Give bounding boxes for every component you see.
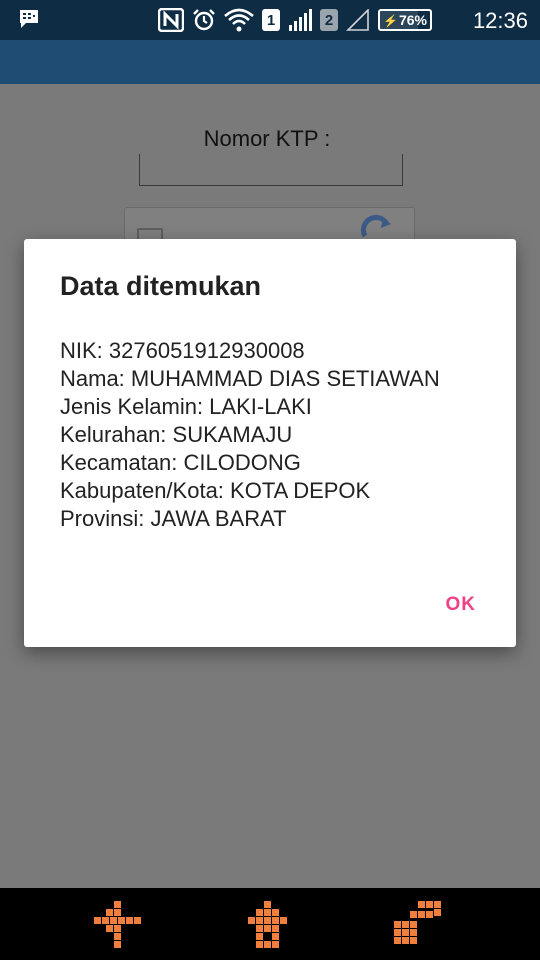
dialog-body: NIK: 3276051912930008 Nama: MUHAMMAD DIA…: [60, 337, 440, 533]
kelurahan-line: Kelurahan: SUKAMAJU: [60, 422, 293, 447]
ok-button[interactable]: OK: [446, 594, 477, 616]
nfc-icon: [158, 8, 184, 32]
wifi-icon: [224, 8, 254, 32]
provinsi-line: Provinsi: JAWA BARAT: [60, 506, 287, 531]
bbm-icon: [20, 10, 38, 28]
status-bar: 1 2 ⚡76% 12:36: [0, 0, 540, 40]
app-bar: [0, 40, 540, 84]
result-dialog: Data ditemukan NIK: 3276051912930008 Nam…: [24, 239, 516, 647]
kecamatan-line: Kecamatan: CILODONG: [60, 450, 301, 475]
gender-line: Jenis Kelamin: LAKI-LAKI: [60, 394, 312, 419]
home-button[interactable]: [242, 899, 294, 951]
back-button[interactable]: [92, 899, 144, 951]
sim1-badge: 1: [262, 9, 280, 31]
kabupaten-line: Kabupaten/Kota: KOTA DEPOK: [60, 478, 371, 503]
signal-sim1-icon: [289, 9, 312, 31]
nik-line: NIK: 3276051912930008: [60, 338, 305, 363]
sim2-badge: 2: [320, 9, 338, 31]
navigation-bar: [0, 888, 540, 960]
ktp-input[interactable]: [139, 154, 403, 186]
dialog-title: Data ditemukan: [60, 271, 262, 301]
clock: 12:36: [472, 8, 528, 33]
ktp-label: Nomor KTP :: [203, 126, 331, 151]
name-line: Nama: MUHAMMAD DIAS SETIAWAN: [60, 366, 440, 391]
recent-apps-button[interactable]: [392, 899, 444, 951]
alarm-icon: [193, 9, 215, 31]
signal-sim2-icon: [346, 9, 369, 31]
battery-icon: ⚡76%: [378, 9, 432, 31]
